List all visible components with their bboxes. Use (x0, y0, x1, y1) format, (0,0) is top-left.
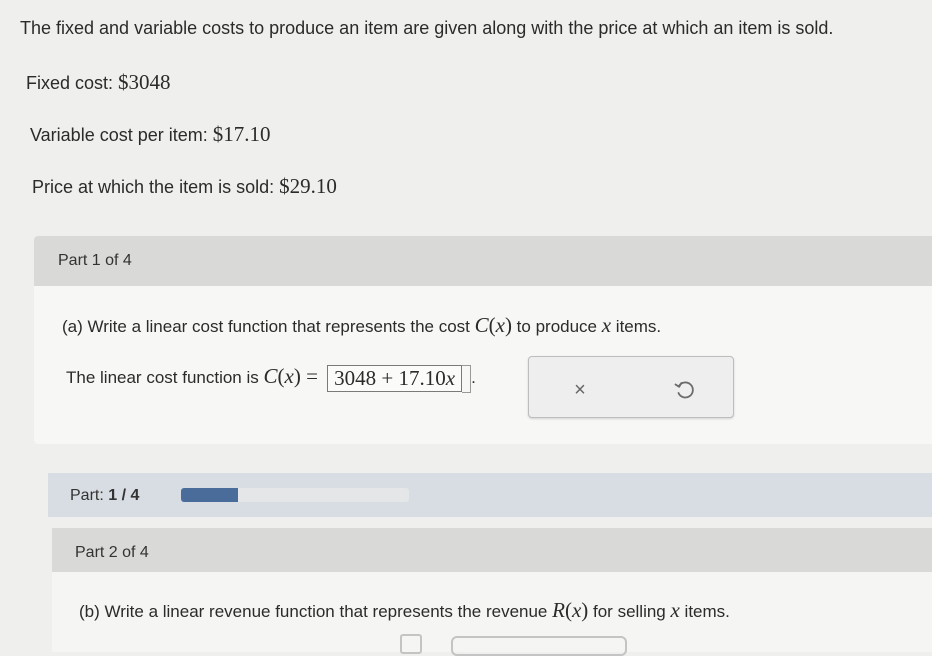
answer-value-var: x (445, 366, 456, 391)
part2-actions-partial[interactable] (451, 636, 627, 656)
price-value: $29.10 (279, 174, 337, 198)
cost-function-symbol: C (474, 313, 489, 337)
fixed-cost-value: $3048 (118, 70, 171, 94)
price-label: Price at which the item is sold: (32, 177, 280, 197)
answer-period: . (471, 368, 476, 387)
question-b-end: items. (679, 602, 730, 621)
revenue-function-symbol: R (552, 598, 565, 622)
answer-prefix: The linear cost function is (66, 368, 264, 387)
selling-var: x (670, 598, 680, 622)
close-icon[interactable]: × (568, 378, 592, 402)
answer-actions (528, 356, 734, 418)
answer-value-num: 3048 + 17.10 (334, 366, 446, 391)
progress-label-prefix: Part: (70, 487, 109, 504)
answer-func-var: x (284, 364, 294, 388)
variable-cost-value: $17.10 (212, 122, 271, 146)
answer-input-end (462, 364, 472, 393)
items-var: x (601, 313, 612, 337)
progress-label-value: 1 / 4 (108, 487, 140, 504)
question-b-suffix: for selling (588, 602, 671, 621)
question-b-text: (b) Write a linear revenue function that… (79, 602, 553, 621)
fixed-cost-line: Fixed cost: $3048 (26, 70, 171, 95)
question-a-suffix: to produce (511, 317, 602, 336)
fixed-cost-label: Fixed cost: (26, 73, 119, 93)
part2-input-partial[interactable] (400, 634, 422, 654)
progress-bar (181, 488, 409, 502)
answer-func-symbol: C (263, 364, 278, 388)
progress-bar-fill (181, 488, 238, 502)
question-b: (b) Write a linear revenue function that… (79, 598, 730, 622)
cost-function-var: x (495, 313, 505, 337)
part1-header (34, 236, 932, 286)
part2-header (52, 528, 932, 572)
answer-equals: = (300, 364, 324, 388)
part2-title: Part 2 of 4 (75, 544, 149, 561)
question-a-text: (a) Write a linear cost function that re… (62, 317, 475, 336)
question-a-end: items. (611, 317, 662, 336)
retry-icon[interactable] (673, 378, 697, 402)
variable-cost-line: Variable cost per item: $17.10 (30, 122, 271, 147)
question-a: (a) Write a linear cost function that re… (62, 313, 662, 337)
price-line: Price at which the item is sold: $29.10 (32, 174, 337, 199)
answer-input[interactable]: 3048 + 17.10x (327, 365, 463, 393)
part1-title: Part 1 of 4 (58, 252, 132, 269)
revenue-function-var: x (571, 598, 582, 622)
variable-cost-label: Variable cost per item: (30, 125, 213, 145)
progress-label: Part: 1 / 4 (70, 487, 139, 505)
answer-line: The linear cost function is C(x) = 3048 … (66, 364, 476, 393)
problem-intro: The fixed and variable costs to produce … (20, 18, 834, 38)
